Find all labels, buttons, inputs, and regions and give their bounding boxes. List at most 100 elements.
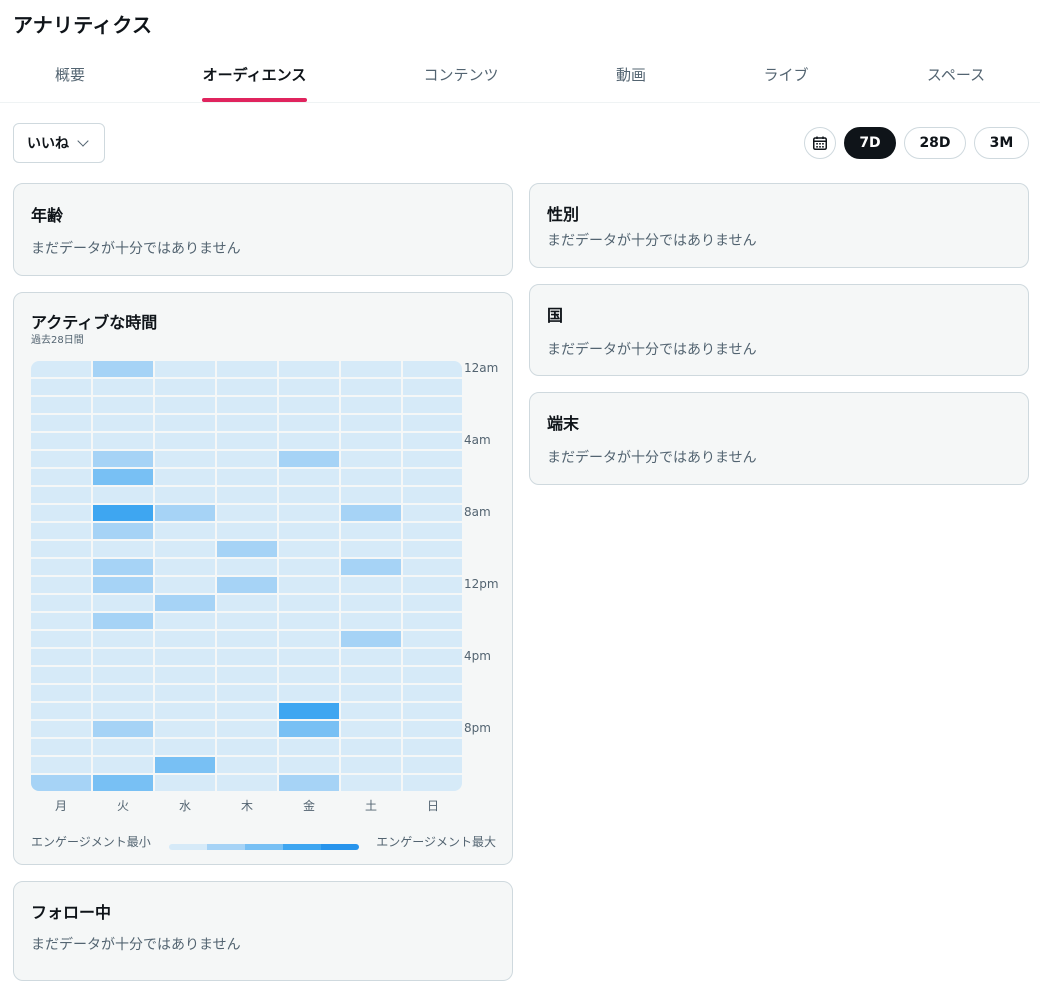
hour-label: 8am bbox=[464, 505, 491, 519]
heatmap-cell bbox=[155, 577, 215, 593]
heatmap-cell bbox=[279, 721, 339, 737]
heatmap-cell bbox=[31, 631, 91, 647]
heatmap-cell bbox=[341, 397, 401, 413]
heatmap-cell bbox=[31, 685, 91, 701]
tab-spaces[interactable]: スペース bbox=[920, 50, 992, 102]
heatmap-cell bbox=[93, 487, 153, 503]
heatmap-cell bbox=[279, 631, 339, 647]
day-label: 月 bbox=[54, 799, 67, 813]
heatmap-cell bbox=[155, 595, 215, 611]
heatmap-cell bbox=[155, 433, 215, 449]
following-card-title: フォロー中 bbox=[31, 903, 112, 922]
active-hours-card: アクティブな時間 過去28日間 12am 4am 8am 12pm 4pm 8p… bbox=[13, 292, 513, 865]
heatmap-cell bbox=[341, 757, 401, 773]
heatmap-cell bbox=[279, 397, 339, 413]
calendar-button[interactable] bbox=[804, 127, 836, 159]
heatmap-cell bbox=[93, 379, 153, 395]
heatmap-cell bbox=[403, 685, 462, 701]
tab-bar: 概要 オーディエンス コンテンツ 動画 ライブ スペース bbox=[0, 50, 1040, 103]
heatmap-cell bbox=[279, 559, 339, 575]
heatmap-cell bbox=[155, 739, 215, 755]
heatmap-cell bbox=[31, 721, 91, 737]
range-3m-button[interactable]: 3M bbox=[974, 127, 1029, 159]
heatmap-cell bbox=[279, 649, 339, 665]
metric-dropdown-value: いいね bbox=[27, 136, 69, 152]
tab-audience[interactable]: オーディエンス bbox=[202, 50, 307, 102]
tab-label: 概要 bbox=[54, 66, 85, 84]
legend-segment bbox=[169, 844, 207, 850]
following-card-message: まだデータが十分ではありません bbox=[31, 937, 241, 953]
heatmap-cell bbox=[31, 577, 91, 593]
range-7d-button[interactable]: 7D bbox=[844, 127, 896, 159]
heatmap-cell bbox=[217, 739, 277, 755]
heatmap-cell bbox=[341, 739, 401, 755]
engagement-legend-bar bbox=[169, 844, 359, 850]
day-label: 水 bbox=[178, 799, 191, 813]
tab-live[interactable]: ライブ bbox=[759, 50, 813, 102]
country-card-message: まだデータが十分ではありません bbox=[547, 342, 757, 358]
age-card-message: まだデータが十分ではありません bbox=[31, 241, 241, 257]
day-label: 金 bbox=[302, 799, 315, 813]
heatmap-cell bbox=[93, 523, 153, 539]
tab-overview[interactable]: 概要 bbox=[49, 50, 91, 102]
range-28d-button[interactable]: 28D bbox=[904, 127, 966, 159]
heatmap-cell bbox=[403, 757, 462, 773]
heatmap-cell bbox=[341, 667, 401, 683]
heatmap-cell bbox=[31, 397, 91, 413]
heatmap-cell bbox=[341, 415, 401, 431]
heatmap-cell bbox=[341, 577, 401, 593]
page-title: アナリティクス bbox=[13, 13, 153, 37]
heatmap-cell bbox=[31, 739, 91, 755]
heatmap-cell bbox=[279, 667, 339, 683]
heatmap-cell bbox=[31, 451, 91, 467]
heatmap-cell bbox=[93, 685, 153, 701]
heatmap-cell bbox=[155, 775, 215, 791]
heatmap-cell bbox=[341, 433, 401, 449]
heatmap-cell bbox=[93, 775, 153, 791]
heatmap-cell bbox=[279, 703, 339, 719]
active-hours-heatmap bbox=[31, 361, 462, 791]
heatmap-cell bbox=[279, 613, 339, 629]
tab-video[interactable]: 動画 bbox=[610, 50, 652, 102]
heatmap-cell bbox=[93, 667, 153, 683]
hour-label: 12am bbox=[464, 361, 499, 375]
heatmap-cell bbox=[279, 685, 339, 701]
heatmap-cell bbox=[217, 631, 277, 647]
gender-card-title: 性別 bbox=[547, 205, 580, 224]
heatmap-cell bbox=[403, 523, 462, 539]
heatmap-cell bbox=[279, 505, 339, 521]
heatmap-cell bbox=[279, 433, 339, 449]
heatmap-cell bbox=[31, 379, 91, 395]
heatmap-cell bbox=[155, 559, 215, 575]
heatmap-cell bbox=[341, 505, 401, 521]
heatmap-cell bbox=[155, 631, 215, 647]
heatmap-cell bbox=[217, 469, 277, 485]
hour-label: 12pm bbox=[464, 577, 499, 591]
heatmap-cell bbox=[279, 379, 339, 395]
active-hours-subtitle: 過去28日間 bbox=[31, 335, 84, 346]
heatmap-cell bbox=[403, 559, 462, 575]
heatmap-cell bbox=[31, 487, 91, 503]
heatmap-cell bbox=[155, 541, 215, 557]
heatmap-cell bbox=[403, 649, 462, 665]
legend-max-label: エンゲージメント最大 bbox=[376, 835, 496, 849]
heatmap-cell bbox=[93, 631, 153, 647]
heatmap-cell bbox=[93, 721, 153, 737]
metric-dropdown[interactable]: いいね bbox=[13, 123, 105, 163]
heatmap-cell bbox=[341, 469, 401, 485]
heatmap-cell bbox=[403, 541, 462, 557]
tab-label: スペース bbox=[926, 66, 986, 84]
heatmap-cell bbox=[217, 577, 277, 593]
heatmap-cell bbox=[217, 433, 277, 449]
heatmap-cell bbox=[31, 775, 91, 791]
heatmap-cell bbox=[341, 541, 401, 557]
tab-content[interactable]: コンテンツ bbox=[418, 50, 504, 102]
age-card-title: 年齢 bbox=[31, 206, 64, 225]
heatmap-cell bbox=[279, 739, 339, 755]
heatmap-cell bbox=[155, 361, 215, 377]
active-hours-title: アクティブな時間 bbox=[31, 313, 158, 332]
legend-min-label: エンゲージメント最小 bbox=[31, 835, 151, 849]
heatmap-cell bbox=[403, 379, 462, 395]
heatmap-cell bbox=[217, 415, 277, 431]
heatmap-cell bbox=[31, 595, 91, 611]
